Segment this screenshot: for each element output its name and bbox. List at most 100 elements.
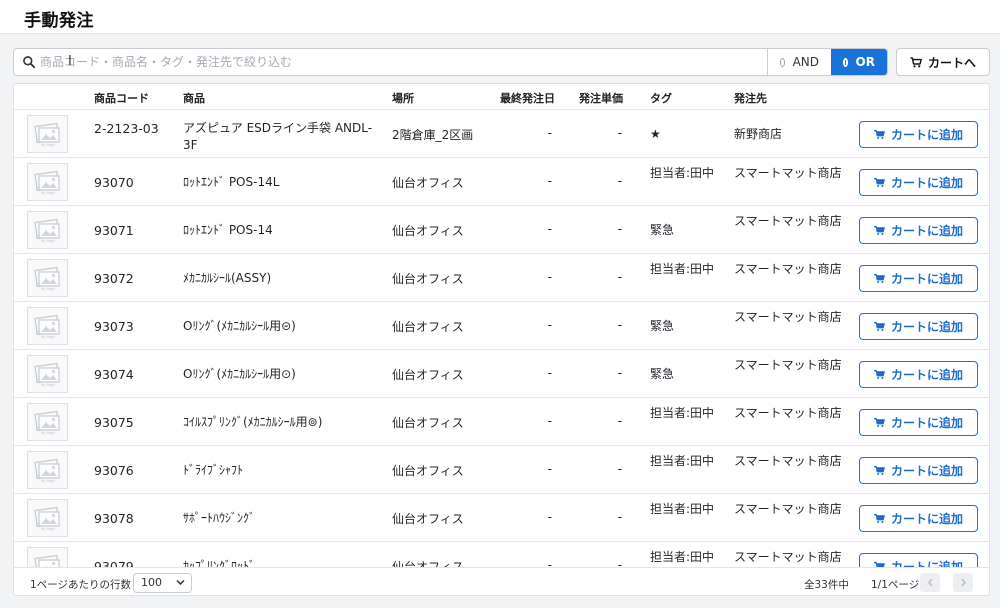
no-image-icon: No Image xyxy=(27,451,68,489)
cart-icon xyxy=(873,321,885,331)
prev-page-button[interactable] xyxy=(920,573,940,592)
column-header-unit-price: 発注単価 xyxy=(579,92,623,105)
product-name: ﾛｯﾄｴﾝﾄﾞ POS-14 xyxy=(183,223,273,237)
table-row: No Image 93075 ｺｲﾙｽﾌﾟﾘﾝｸﾞ(ﾒｶﾆｶﾙｼｰﾙ用⊚) 仙台… xyxy=(14,398,989,446)
column-header-product: 商品 xyxy=(183,92,205,105)
product-name: ﾒｶﾆｶﾙｼｰﾙ(ASSY) xyxy=(183,271,272,285)
cart-icon xyxy=(873,129,885,139)
add-to-cart-button[interactable]: カートに追加 xyxy=(859,217,978,244)
search-input-wrap: I xyxy=(14,49,767,75)
add-to-cart-label: カートに追加 xyxy=(890,176,963,190)
add-to-cart-label: カートに追加 xyxy=(890,512,963,526)
product-table: 商品コード 商品 場所 最終発注日 発注単価 タグ 発注先 No Image 2… xyxy=(13,83,990,596)
last-order-date: - xyxy=(547,222,552,236)
last-order-date: - xyxy=(547,318,552,332)
place: 仙台オフィス xyxy=(392,368,464,382)
product-code: 93070 xyxy=(94,175,134,190)
tag: 担当者:田中 xyxy=(650,550,715,564)
search-icon xyxy=(23,56,36,69)
or-toggle[interactable]: OR xyxy=(831,49,887,75)
column-header-tag: タグ xyxy=(650,92,672,105)
no-image-icon: No Image xyxy=(27,307,68,345)
unit-price: - xyxy=(617,414,622,428)
cart-icon xyxy=(873,177,885,187)
unit-price: - xyxy=(617,462,622,476)
add-to-cart-button[interactable]: カートに追加 xyxy=(859,313,978,340)
chevron-left-icon xyxy=(927,578,933,587)
product-name: アズピュア ESDライン手袋 ANDL-3F xyxy=(183,121,373,152)
svg-text:No Image: No Image xyxy=(41,287,55,291)
add-to-cart-label: カートに追加 xyxy=(890,128,963,142)
table-row: No Image 93072 ﾒｶﾆｶﾙｼｰﾙ(ASSY) 仙台オフィス - -… xyxy=(14,254,989,302)
supplier: スマートマット商店 xyxy=(734,214,842,228)
product-name: Oﾘﾝｸﾞ(ﾒｶﾆｶﾙｼｰﾙ用⊝) xyxy=(183,319,296,333)
table-footer: 1ページあたりの行数 100 全33件中 1/1ページ xyxy=(14,567,989,595)
no-image-icon: No Image xyxy=(27,259,68,297)
svg-text:No Image: No Image xyxy=(41,479,55,483)
product-code: 93078 xyxy=(94,511,134,526)
last-order-date: - xyxy=(547,462,552,476)
page-info: 1/1ページ xyxy=(871,579,920,591)
table-row: No Image 93070 ﾛｯﾄｴﾝﾄﾞ POS-14L 仙台オフィス - … xyxy=(14,158,989,206)
svg-text:No Image: No Image xyxy=(41,143,55,147)
unit-price: - xyxy=(617,174,622,188)
place: 仙台オフィス xyxy=(392,512,464,526)
tag: 担当者:田中 xyxy=(650,454,715,468)
cart-icon xyxy=(910,56,922,67)
last-order-date: - xyxy=(547,270,552,284)
supplier: スマートマット商店 xyxy=(734,166,842,180)
add-to-cart-button[interactable]: カートに追加 xyxy=(859,457,978,484)
table-row: No Image 2-2123-03 アズピュア ESDライン手袋 ANDL-3… xyxy=(14,110,989,158)
add-to-cart-button[interactable]: カートに追加 xyxy=(859,553,978,567)
add-to-cart-button[interactable]: カートに追加 xyxy=(859,121,978,148)
add-to-cart-button[interactable]: カートに追加 xyxy=(859,361,978,388)
place: 仙台オフィス xyxy=(392,320,464,334)
last-order-date: - xyxy=(547,510,552,524)
no-image-icon: No Image xyxy=(27,547,68,567)
supplier: スマートマット商店 xyxy=(734,502,842,516)
cart-icon xyxy=(873,369,885,379)
product-code: 93076 xyxy=(94,463,134,478)
supplier: スマートマット商店 xyxy=(734,406,842,420)
add-to-cart-button[interactable]: カートに追加 xyxy=(859,409,978,436)
product-name: Oﾘﾝｸﾞ(ﾒｶﾆｶﾙｼｰﾙ用⊙) xyxy=(183,367,296,381)
tag: ★ xyxy=(650,127,661,141)
last-order-date: - xyxy=(547,558,552,567)
rows-per-page-label: 1ページあたりの行数 xyxy=(30,579,131,591)
total-count: 全33件中 xyxy=(804,579,849,591)
add-to-cart-label: カートに追加 xyxy=(890,416,963,430)
unit-price: - xyxy=(617,126,622,140)
product-code: 93073 xyxy=(94,319,134,334)
cart-icon xyxy=(873,465,885,475)
product-code: 93074 xyxy=(94,367,134,382)
add-to-cart-button[interactable]: カートに追加 xyxy=(859,169,978,196)
text-cursor-icon: I xyxy=(68,54,72,69)
next-page-button[interactable] xyxy=(953,573,973,592)
tag: 担当者:田中 xyxy=(650,166,715,180)
svg-text:No Image: No Image xyxy=(41,383,55,387)
rows-per-page-select[interactable]: 100 xyxy=(133,573,192,593)
place: 仙台オフィス xyxy=(392,176,464,190)
and-toggle[interactable]: AND xyxy=(767,49,831,75)
search-input[interactable] xyxy=(14,49,767,75)
rows-per-page-value: 100 xyxy=(141,576,162,589)
place: 2階倉庫_2区画 xyxy=(392,128,474,142)
product-name: ｺｲﾙｽﾌﾟﾘﾝｸﾞ(ﾒｶﾆｶﾙｼｰﾙ用⊚) xyxy=(183,415,323,429)
tag: 担当者:田中 xyxy=(650,406,715,420)
product-code: 93079 xyxy=(94,559,134,567)
product-name: ﾛｯﾄｴﾝﾄﾞ POS-14L xyxy=(183,175,280,189)
tag: 緊急 xyxy=(650,367,675,381)
add-to-cart-button[interactable]: カートに追加 xyxy=(859,505,978,532)
tag: 担当者:田中 xyxy=(650,502,715,516)
tag: 担当者:田中 xyxy=(650,262,715,276)
place: 仙台オフィス xyxy=(392,416,464,430)
and-label: AND xyxy=(792,55,819,69)
table-row: No Image 93071 ﾛｯﾄｴﾝﾄﾞ POS-14 仙台オフィス - -… xyxy=(14,206,989,254)
add-to-cart-label: カートに追加 xyxy=(890,272,963,286)
chevron-down-icon xyxy=(176,579,185,586)
svg-text:No Image: No Image xyxy=(41,335,55,339)
product-code: 93071 xyxy=(94,223,134,238)
table-row: No Image 93079 ｶｯﾌﾟﾘﾝｸﾞﾛｯﾄﾞ 仙台オフィス - - 担… xyxy=(14,542,989,567)
add-to-cart-button[interactable]: カートに追加 xyxy=(859,265,978,292)
go-to-cart-button[interactable]: カートへ xyxy=(896,48,990,76)
